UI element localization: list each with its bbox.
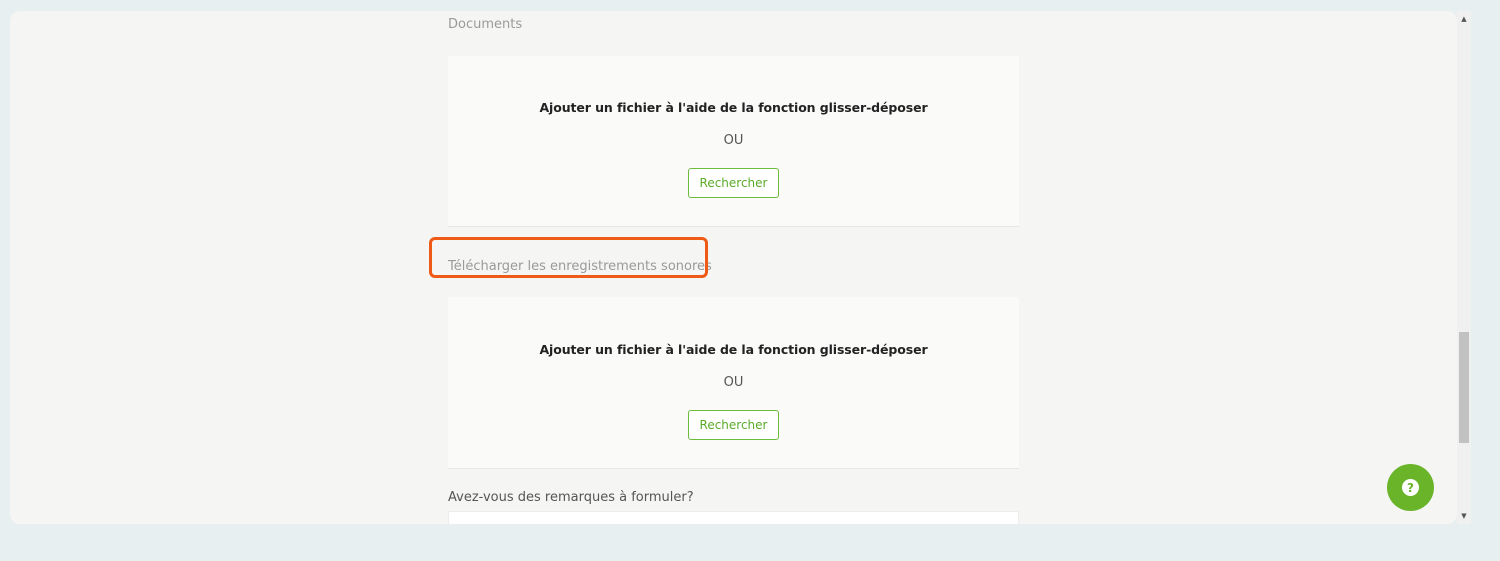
scroll-up-icon[interactable]: ▲	[1457, 13, 1471, 25]
browse-audio-button[interactable]: Rechercher	[688, 410, 779, 440]
remarks-textarea[interactable]	[448, 511, 1019, 524]
form-panel: Documents Ajouter un fichier à l'aide de…	[10, 11, 1457, 524]
highlight-box	[429, 237, 708, 278]
dropzone-instruction: Ajouter un fichier à l'aide de la foncti…	[539, 100, 928, 115]
scroll-down-icon[interactable]: ▼	[1457, 510, 1471, 522]
scrollbar[interactable]: ▲ ▼	[1457, 11, 1471, 524]
documents-label: Documents	[448, 17, 523, 32]
question-icon: ?	[1402, 479, 1419, 496]
audio-dropzone[interactable]: Ajouter un fichier à l'aide de la foncti…	[448, 297, 1019, 469]
dropzone-or: OU	[723, 375, 744, 390]
scroll-thumb[interactable]	[1459, 332, 1469, 443]
remarks-label: Avez-vous des remarques à formuler?	[448, 490, 694, 505]
browse-documents-button[interactable]: Rechercher	[688, 168, 779, 198]
dropzone-instruction: Ajouter un fichier à l'aide de la foncti…	[539, 342, 928, 357]
help-button[interactable]: ?	[1387, 464, 1434, 511]
dropzone-or: OU	[723, 133, 744, 148]
documents-dropzone[interactable]: Ajouter un fichier à l'aide de la foncti…	[448, 56, 1019, 227]
